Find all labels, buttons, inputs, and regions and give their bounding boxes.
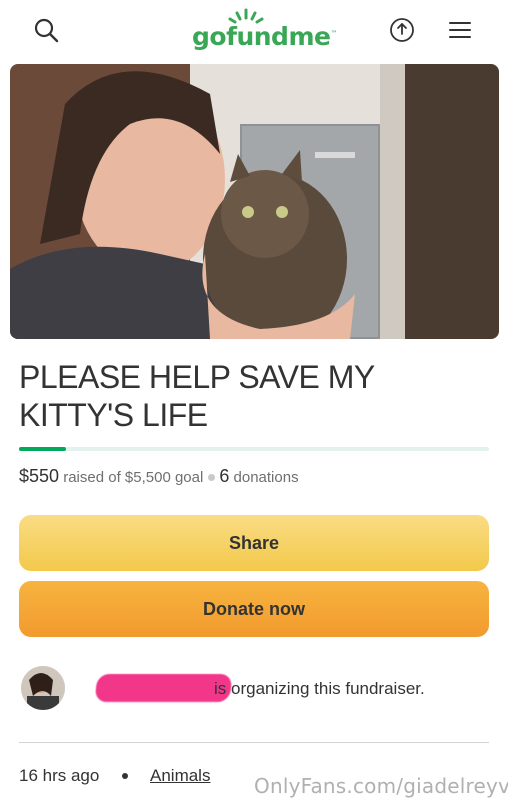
amount-raised: $550 (19, 466, 60, 486)
share-button[interactable]: Share (19, 515, 489, 571)
divider (19, 742, 489, 743)
progress-fill (19, 447, 66, 451)
campaign-hero-image[interactable] (10, 64, 499, 339)
separator-dot (122, 773, 128, 779)
organizer-row: is organizing this fundraiser. (19, 664, 489, 712)
menu-icon[interactable] (444, 14, 476, 46)
donate-now-button[interactable]: Donate now (19, 581, 489, 637)
search-icon[interactable] (30, 14, 62, 46)
campaign-title: PLEASE HELP SAVE MY KITTY'S LIFE (19, 359, 375, 433)
donation-stats: $550 raised of $5,500 goal 6 donations (19, 466, 299, 487)
donation-count: 6 (219, 466, 230, 486)
created-time: 16 hrs ago (19, 766, 100, 785)
redacted-organizer-name (94, 674, 233, 702)
hero-photo (10, 64, 499, 339)
watermark: OnlyFans.com/giadelreyvip (254, 774, 508, 798)
organizer-avatar[interactable] (21, 666, 65, 710)
goal-text: raised of $5,500 goal (63, 469, 204, 486)
donation-label: donations (233, 469, 299, 486)
separator-dot (208, 473, 216, 481)
top-bar: gofundme™ (0, 0, 508, 60)
category-link[interactable]: Animals (150, 766, 210, 786)
share-icon[interactable] (386, 14, 418, 46)
organizer-text: is organizing this fundraiser. (214, 679, 425, 698)
gofundme-logo[interactable]: gofundme™ (192, 22, 337, 51)
progress-bar (19, 447, 489, 451)
